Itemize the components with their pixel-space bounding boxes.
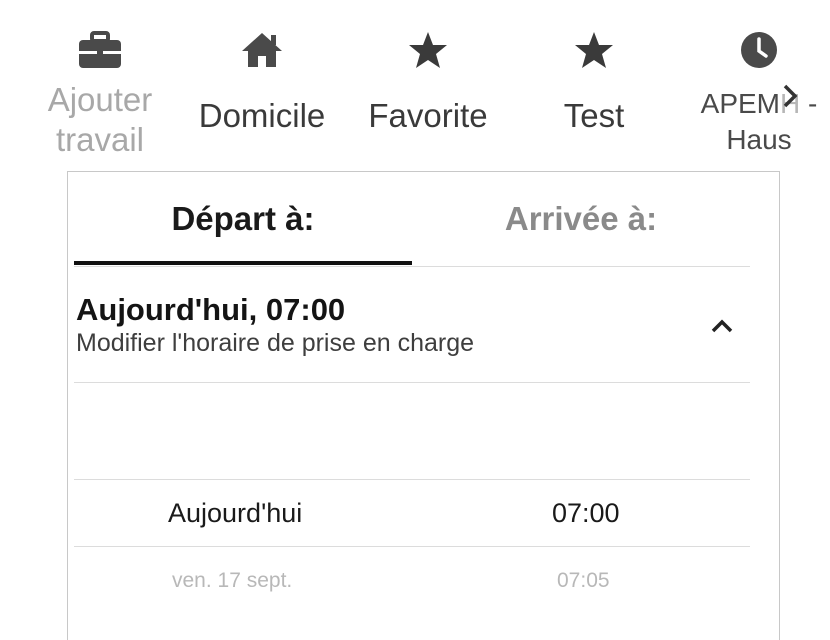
picker-row[interactable]: ven. 17 sept. 07:05 (74, 548, 750, 614)
scroll-right-button[interactable] (778, 82, 802, 114)
chevron-up-icon[interactable] (702, 306, 742, 346)
star-icon (404, 26, 452, 74)
picker-day: ven. 17 sept. (172, 569, 293, 592)
picker-empty-slot (74, 383, 750, 480)
shortcut-add-work[interactable]: Ajouter travail (30, 18, 170, 168)
saved-places-row: Ajouter travail Domicile Favorite Test A… (30, 18, 830, 168)
shortcut-label: Domicile (198, 97, 326, 134)
shortcut-favorite[interactable]: Favorite (358, 18, 498, 168)
picker-day: Aujourd'hui (168, 498, 303, 528)
shortcut-apemh-haus[interactable]: APEMH - Haus (684, 18, 830, 168)
shortcut-label: Ajouter travail (47, 81, 153, 158)
chevron-right-icon (782, 83, 798, 114)
picker-time: 07:05 (557, 569, 610, 592)
tab-departure[interactable]: Départ à: (74, 172, 412, 266)
selected-datetime: Aujourd'hui, 07:00 (76, 292, 346, 327)
pickup-time-hint: Modifier l'horaire de prise en charge (76, 329, 475, 357)
clock-icon (735, 26, 783, 74)
shortcut-test[interactable]: Test (524, 18, 664, 168)
shortcut-label: APEMH - Haus (700, 88, 818, 155)
shortcut-home[interactable]: Domicile (192, 18, 332, 168)
active-tab-indicator (74, 261, 412, 265)
briefcase-icon (76, 26, 124, 74)
time-selection-panel: Départ à: Arrivée à: Aujourd'hui, 07:00 … (67, 171, 780, 640)
time-mode-tabs: Départ à: Arrivée à: (74, 172, 750, 267)
tab-arrival[interactable]: Arrivée à: (412, 172, 750, 266)
picker-row-selected[interactable]: Aujourd'hui 07:00 (74, 480, 750, 547)
star-icon (570, 26, 618, 74)
shortcut-label: Test (563, 97, 625, 134)
shortcut-label: Favorite (368, 97, 488, 134)
pickup-time-header[interactable]: Aujourd'hui, 07:00 Modifier l'horaire de… (74, 266, 750, 383)
picker-time: 07:00 (552, 498, 620, 528)
home-icon (238, 26, 286, 74)
app-root: Ajouter travail Domicile Favorite Test A… (0, 0, 830, 640)
